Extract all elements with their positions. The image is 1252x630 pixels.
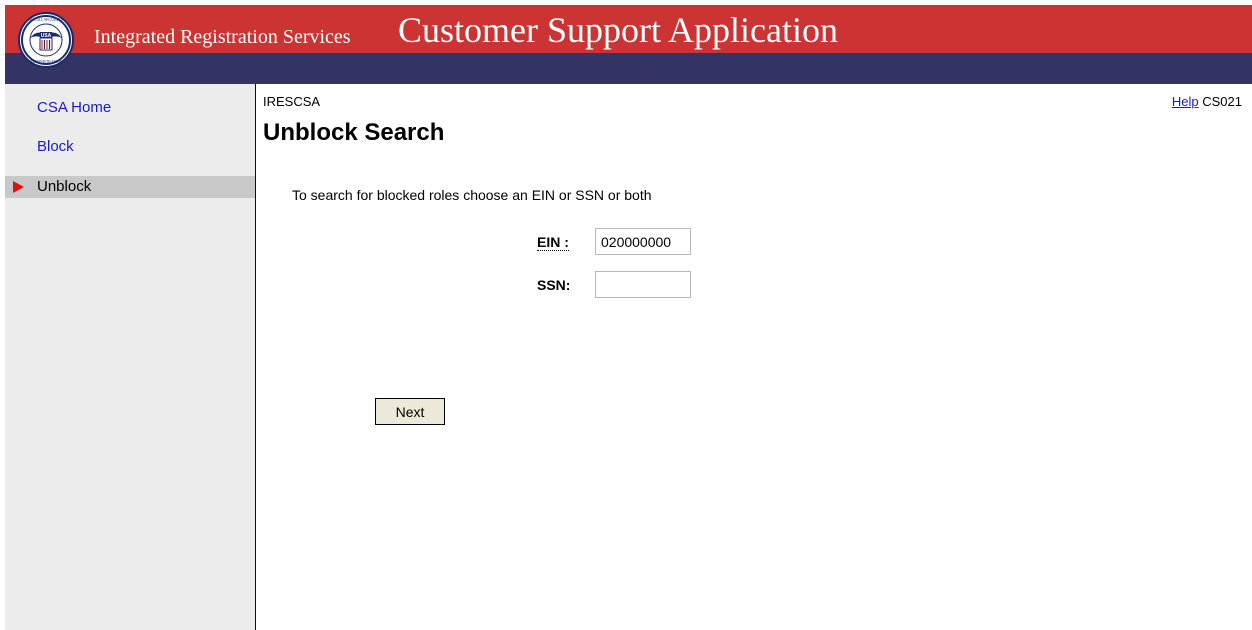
ein-field[interactable]: [595, 228, 691, 255]
ssa-seal-icon: USA SOCIAL SECURITY ADMINISTRATION: [18, 12, 74, 68]
svg-text:USA: USA: [41, 33, 52, 39]
sidebar-item-label: CSA Home: [37, 99, 112, 116]
instructions-text: To search for blocked roles choose an EI…: [292, 187, 652, 203]
screen-code: CS021: [1202, 94, 1242, 109]
help-link[interactable]: Help: [1172, 94, 1199, 109]
header-navy-bar: [5, 53, 1252, 84]
header-title: Customer Support Application: [398, 10, 838, 50]
next-button[interactable]: Next: [375, 398, 445, 425]
sidebar-item-unblock[interactable]: Unblock: [5, 176, 255, 198]
svg-text:ADMINISTRATION: ADMINISTRATION: [30, 60, 63, 64]
sidebar-item-block[interactable]: Block: [5, 136, 255, 158]
sidebar: CSA Home Block Unblock: [5, 84, 256, 630]
current-page-arrow-icon: [13, 181, 24, 193]
ein-label: EIN :: [537, 234, 569, 251]
page-title: Unblock Search: [263, 119, 445, 146]
ssn-field[interactable]: [595, 271, 691, 298]
sidebar-item-label: Unblock: [37, 178, 92, 195]
sidebar-item-label: Block: [37, 138, 74, 155]
sidebar-item-csa-home[interactable]: CSA Home: [5, 97, 255, 119]
app-code: IRESCSA: [263, 94, 321, 109]
help-area: Help CS021: [1172, 94, 1242, 109]
svg-text:SOCIAL SECURITY: SOCIAL SECURITY: [29, 17, 64, 22]
header-subtitle: Integrated Registration Services: [94, 26, 351, 48]
ssn-label: SSN:: [537, 277, 571, 293]
